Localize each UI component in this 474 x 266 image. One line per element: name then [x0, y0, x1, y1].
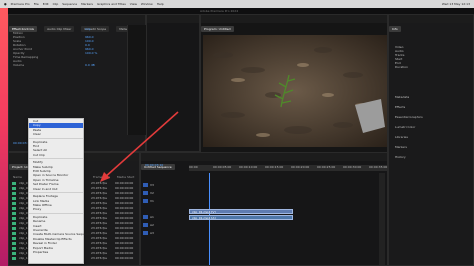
annotation-arrow-icon: [100, 111, 179, 182]
arrow-shaft: [103, 111, 179, 179]
